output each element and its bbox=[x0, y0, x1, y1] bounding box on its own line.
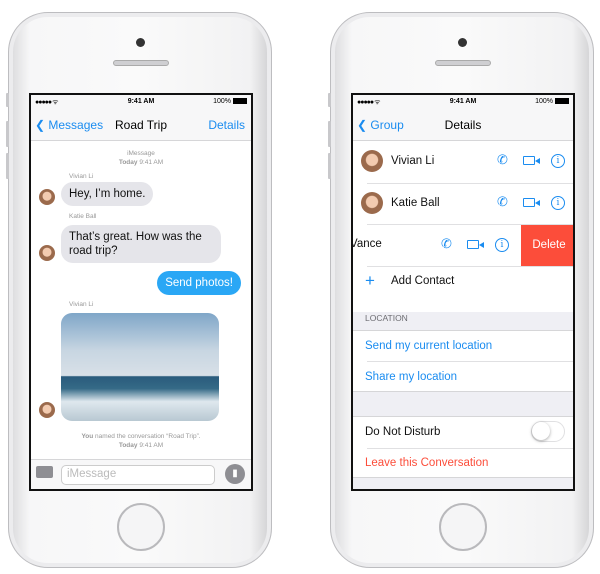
video-icon[interactable] bbox=[523, 156, 540, 165]
page-title: Details bbox=[444, 118, 482, 132]
do-not-disturb-label: Do Not Disturb bbox=[365, 426, 441, 438]
avatar bbox=[39, 245, 55, 261]
speaker bbox=[435, 60, 491, 66]
nav-bar: ❮ Group Details bbox=[353, 109, 573, 141]
info-icon[interactable]: i bbox=[551, 154, 565, 168]
nav-bar: ❮ Messages Road Trip Details bbox=[31, 109, 251, 141]
delete-button[interactable]: Delete bbox=[521, 225, 573, 266]
rename-notice: You named the conversation “Road Trip”. … bbox=[81, 433, 201, 449]
battery: 100% bbox=[535, 98, 569, 105]
message-bubble[interactable]: Hey, I’m home. bbox=[61, 182, 154, 206]
contact-row[interactable]: Katie Ball ✆ i bbox=[353, 183, 573, 224]
do-not-disturb-toggle[interactable] bbox=[531, 421, 565, 442]
status-bar: ●●●●● ᯤ 9:41 AM 100% bbox=[31, 95, 251, 109]
camera-icon[interactable] bbox=[36, 466, 53, 478]
contact-row[interactable]: Vivian Li ✆ i bbox=[353, 141, 573, 183]
phone-icon[interactable]: ✆ bbox=[441, 236, 452, 252]
video-icon[interactable] bbox=[467, 240, 484, 249]
plus-icon: + bbox=[365, 271, 375, 290]
battery-icon bbox=[555, 98, 569, 104]
battery-icon bbox=[233, 98, 247, 104]
photo-message[interactable] bbox=[61, 313, 219, 421]
leave-conversation-button[interactable]: Leave this Conversation bbox=[365, 457, 488, 469]
location-section: Send my current location Share my locati… bbox=[353, 330, 573, 392]
contacts-section: Vivian Li ✆ i Katie Ball ✆ i Vance ✆ i D… bbox=[353, 141, 573, 312]
phone-left: ●●●●● ᯤ 9:41 AM 100% ❮ Messages Road Tri… bbox=[6, 12, 272, 568]
settings-section: Do Not Disturb Leave this Conversation bbox=[353, 416, 573, 478]
message-bubble[interactable]: That’s great. How was the road trip? bbox=[61, 225, 221, 263]
details-button[interactable]: Details bbox=[208, 118, 245, 132]
speaker bbox=[113, 60, 169, 66]
add-contact-button[interactable]: + Add Contact bbox=[353, 267, 573, 297]
avatar bbox=[361, 192, 383, 214]
avatar bbox=[39, 402, 55, 418]
camera bbox=[458, 38, 467, 47]
phone-right: ●●●●● ᯤ 9:41 AM 100% ❮ Group Details Viv… bbox=[328, 12, 594, 568]
share-location-button[interactable]: Share my location bbox=[365, 371, 457, 383]
phone-icon[interactable]: ✆ bbox=[497, 152, 508, 168]
microphone-icon[interactable]: ▮ bbox=[225, 464, 245, 484]
contact-row-swiped[interactable]: Vance ✆ i Delete bbox=[353, 225, 573, 266]
info-icon[interactable]: i bbox=[551, 196, 565, 210]
sender-name: Vivian Li bbox=[69, 301, 94, 308]
input-bar: iMessage ▮ bbox=[31, 459, 251, 489]
avatar bbox=[39, 189, 55, 205]
status-bar: ●●●●● ᯤ 9:41 AM 100% bbox=[353, 95, 573, 109]
info-icon[interactable]: i bbox=[495, 238, 509, 252]
section-header-location: LOCATION bbox=[365, 313, 408, 323]
home-button[interactable] bbox=[439, 503, 487, 551]
send-location-button[interactable]: Send my current location bbox=[365, 340, 492, 352]
battery: 100% bbox=[213, 98, 247, 105]
phone-icon[interactable]: ✆ bbox=[497, 194, 508, 210]
details-screen: ●●●●● ᯤ 9:41 AM 100% ❮ Group Details Viv… bbox=[351, 93, 575, 491]
video-icon[interactable] bbox=[523, 198, 540, 207]
sender-name: Vivian Li bbox=[69, 173, 94, 180]
camera bbox=[136, 38, 145, 47]
avatar bbox=[361, 150, 383, 172]
messages-screen: ●●●●● ᯤ 9:41 AM 100% ❮ Messages Road Tri… bbox=[29, 93, 253, 491]
message-bubble-sent[interactable]: Send photos! bbox=[157, 271, 241, 295]
conversation-header: iMessage Today 9:41 AM bbox=[118, 150, 164, 166]
home-button[interactable] bbox=[117, 503, 165, 551]
message-input[interactable]: iMessage bbox=[61, 465, 215, 485]
sender-name: Katie Ball bbox=[69, 213, 97, 220]
